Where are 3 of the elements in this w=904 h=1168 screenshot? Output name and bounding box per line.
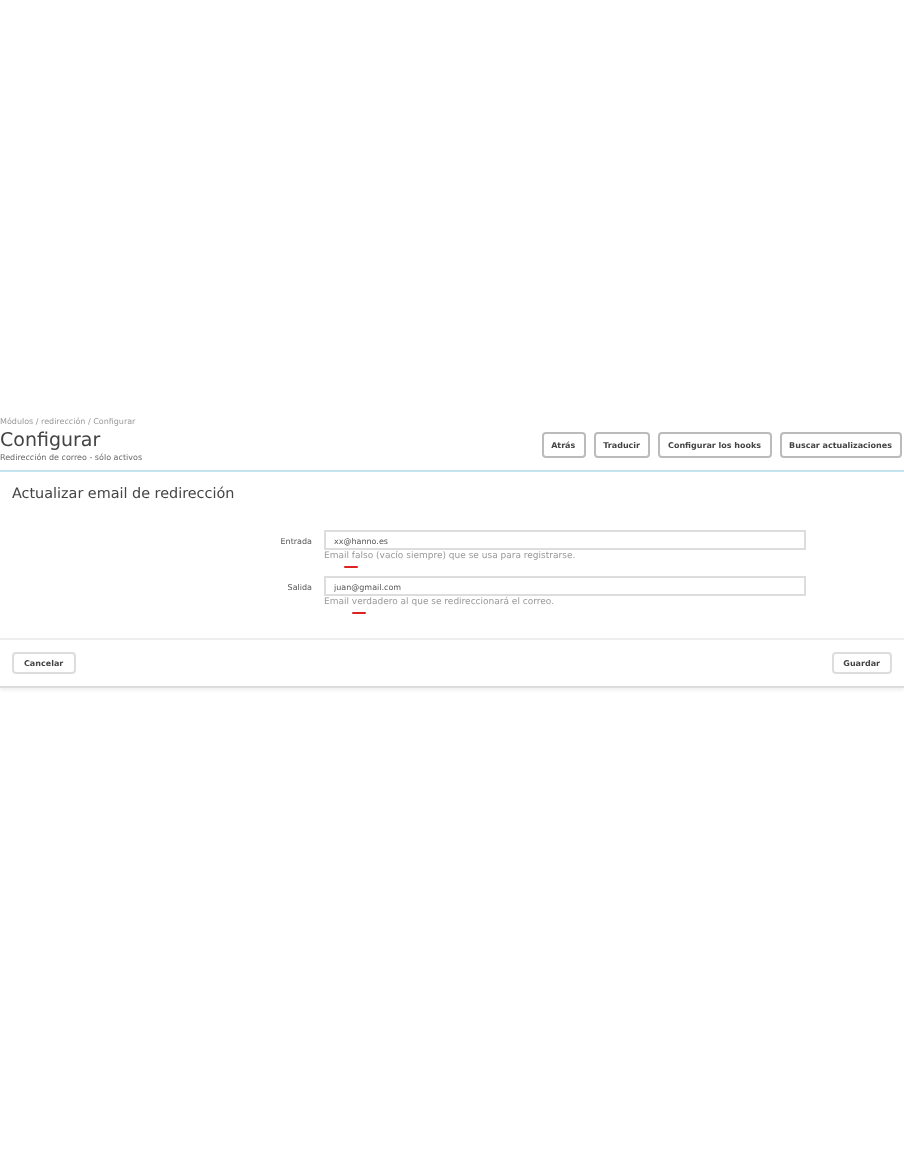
spellcheck-mark bbox=[352, 612, 366, 614]
spellcheck-mark bbox=[344, 566, 358, 568]
page-title: Configurar bbox=[0, 430, 103, 452]
